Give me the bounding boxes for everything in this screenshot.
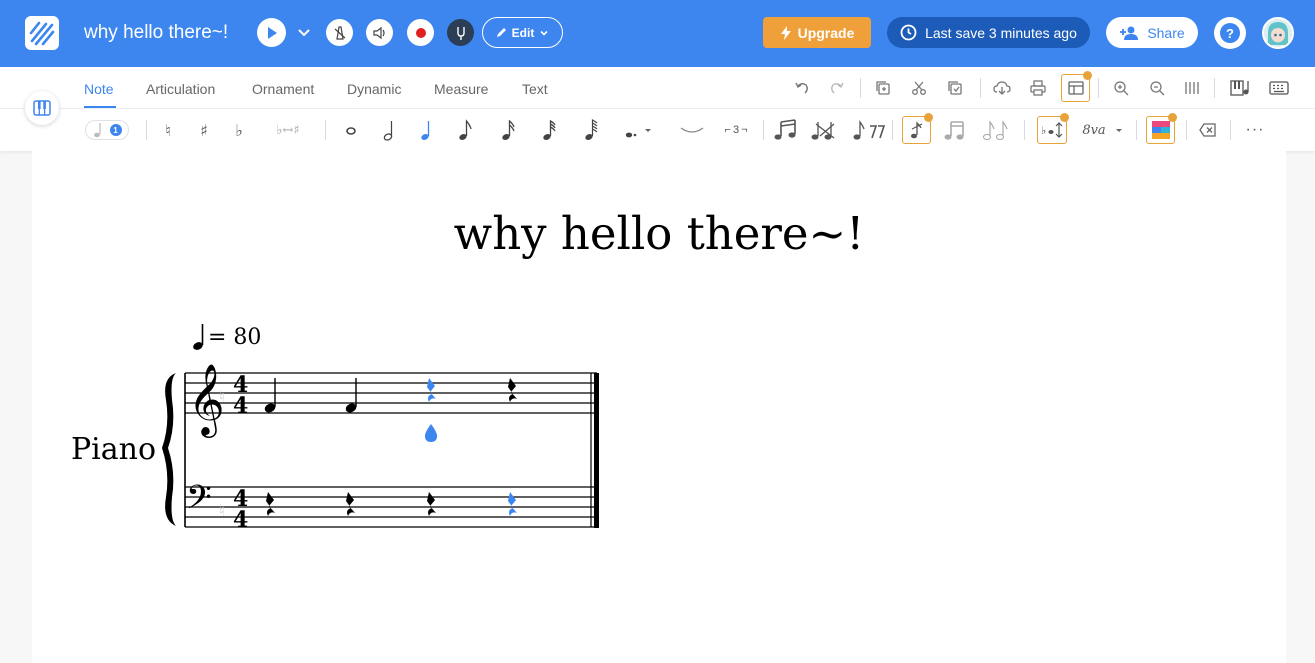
final-thick-barline	[594, 373, 599, 528]
treble-rest	[508, 378, 517, 402]
treble-selected-rest	[427, 378, 436, 402]
bass-ghost-natural: ♮	[219, 501, 225, 520]
treble-time-sig-bottom: 4	[233, 393, 248, 419]
piano-panel-button[interactable]	[25, 91, 59, 125]
score-staff-system: 𝄞 𝄢 ♮ ♮ 4 4 4 4	[162, 362, 599, 533]
bass-time-sig-bottom: 4	[233, 507, 248, 533]
note-input-cursor	[425, 424, 437, 442]
grand-staff-brace	[162, 373, 176, 526]
bass-selected-rest	[508, 492, 517, 516]
bass-clef: 𝄢	[186, 479, 212, 525]
bass-rest-1	[266, 492, 275, 516]
bass-rest-3	[427, 492, 436, 516]
piano-keys-icon	[33, 100, 51, 116]
bass-rest-2	[346, 492, 355, 516]
treble-ghost-natural: ♮	[219, 387, 225, 406]
